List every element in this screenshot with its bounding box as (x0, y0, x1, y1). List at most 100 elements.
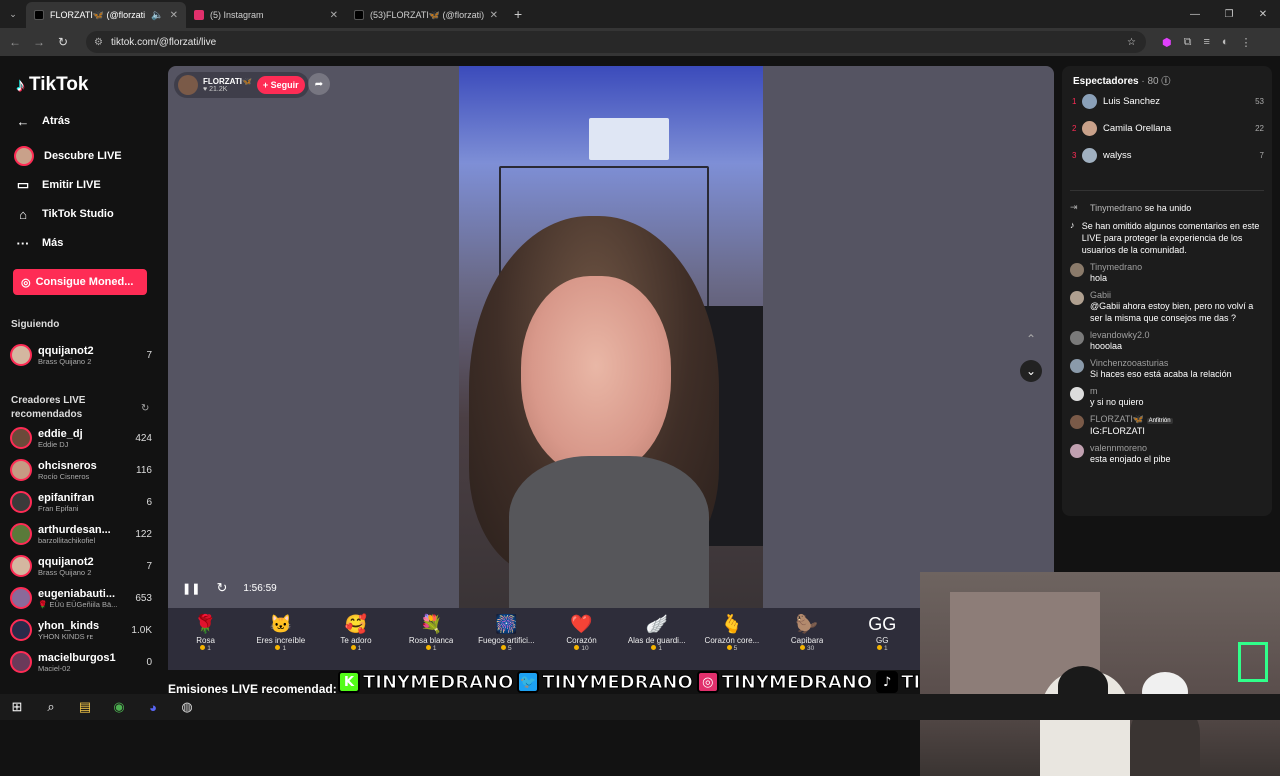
chat-username[interactable]: Tinymedrano (1090, 262, 1142, 272)
chat-username[interactable]: valennmoreno (1090, 443, 1147, 453)
reload-icon[interactable]: ↻ (56, 35, 70, 49)
tab-title: (53)FLORZATI🦋 (@florzati) | Tik (370, 9, 484, 20)
recommended-creator-item[interactable]: qquijanot2 Brass Quijano 2 7 (10, 553, 152, 579)
gift-item[interactable]: 🎆 Fuegos artifici... 5 (471, 614, 541, 670)
info-icon[interactable]: ⓘ (1161, 76, 1170, 86)
brand-name: TikTok (29, 74, 89, 95)
social-handle: K TINYMEDRANO (338, 671, 514, 693)
chat-username[interactable]: FLORZATI🦋 (1090, 414, 1144, 424)
tab-title: FLORZATI🦋 (@florzati) está (50, 9, 146, 20)
tab-tiktok-profile[interactable]: (53)FLORZATI🦋 (@florzati) | Tik ✕ (346, 2, 506, 28)
windows-start-icon[interactable]: ⊞ (8, 699, 26, 715)
gift-item[interactable]: 🐱 Eres increíble 1 (246, 614, 316, 670)
gift-item[interactable]: 🌹 Rosa 1 (171, 614, 241, 670)
restore-icon[interactable]: ❐ (1212, 0, 1246, 28)
avatar[interactable] (1070, 291, 1084, 305)
tab-title: (5) Instagram (210, 10, 264, 20)
pause-icon[interactable]: ❚❚ (182, 582, 200, 595)
recommended-creator-item[interactable]: yhon_kinds YHON KINDS ғᴇ 1.0K (10, 617, 152, 643)
bookmark-star-icon[interactable]: ☆ (1127, 37, 1136, 48)
minimize-icon[interactable]: — (1178, 0, 1212, 28)
sidebar-item-go-live[interactable]: ▭ Emitir LIVE (14, 176, 101, 194)
previous-live-icon[interactable]: ⌃ (1020, 328, 1042, 350)
search-icon[interactable]: ⌕ (42, 699, 60, 715)
top-viewer-row[interactable]: 3 walyss 7 (1072, 148, 1264, 163)
join-user[interactable]: Tinymedrano (1090, 203, 1142, 213)
chat-message: levandowky2.0 hooolaa (1070, 330, 1266, 352)
avatar[interactable] (1070, 415, 1084, 429)
handle: epifanifran (38, 491, 95, 504)
tiktok-logo[interactable]: ♪ TikTok (16, 74, 88, 96)
chat-username[interactable]: levandowky2.0 (1090, 330, 1150, 340)
recommended-creator-item[interactable]: epifanifran Fran Epifani 6 (10, 489, 152, 515)
viewer-count: 7 (146, 560, 152, 572)
back-link[interactable]: ← Atrás (14, 112, 71, 130)
extension-icon[interactable]: ⬢ (1162, 36, 1172, 49)
avatar[interactable] (1070, 263, 1084, 277)
site-info-icon[interactable]: ⚙ (94, 37, 103, 48)
close-icon[interactable]: ✕ (170, 10, 178, 21)
avatar (1082, 121, 1097, 136)
live-video[interactable] (459, 66, 763, 608)
tab-instagram[interactable]: (5) Instagram ✕ (186, 2, 346, 28)
sidebar-item-more[interactable]: ··· Más (14, 234, 64, 252)
chat-username[interactable]: Vinchenzooasturias (1090, 358, 1168, 368)
avatar[interactable] (1070, 387, 1084, 401)
avatar[interactable] (1070, 444, 1084, 458)
url-field[interactable]: ⚙ tiktok.com/@florzati/live ☆ (86, 31, 1146, 53)
follow-button[interactable]: + Seguir (256, 76, 305, 94)
recommended-creator-item[interactable]: arthurdesan... barzollitachikofiel 122 (10, 521, 152, 547)
mute-icon[interactable]: 🔈 (151, 10, 163, 21)
close-window-icon[interactable]: ✕ (1246, 0, 1280, 28)
gift-item[interactable]: ❤️ Corazón 10 (547, 614, 617, 670)
following-item[interactable]: qquijanot2 Brass Quijano 2 7 (10, 342, 152, 368)
discord-icon[interactable]: ◕ (144, 700, 162, 715)
host-avatar[interactable] (178, 75, 198, 95)
handle: arthurdesan... (38, 523, 111, 536)
profile-icon[interactable]: ◐ (1222, 36, 1229, 49)
sidebar-item-studio[interactable]: ⌂ TikTok Studio (14, 205, 114, 223)
share-icon[interactable]: ➦ (308, 73, 330, 95)
recommended-creator-item[interactable]: eddie_dj Eddie DJ 424 (10, 425, 152, 451)
gift-item[interactable]: 💐 Rosa blanca 1 (396, 614, 466, 670)
close-icon[interactable]: ✕ (490, 10, 498, 21)
forward-arrow-icon[interactable]: → (32, 35, 46, 49)
next-live-icon[interactable]: ⌄ (1020, 360, 1042, 382)
chat-username[interactable]: Gabii (1090, 290, 1111, 300)
tab-search-icon[interactable]: ⌄ (0, 9, 26, 20)
menu-icon[interactable]: ⋮ (1241, 36, 1252, 49)
avatar (14, 146, 34, 166)
new-tab-button[interactable]: + (514, 6, 522, 22)
obs-icon[interactable]: ◍ (178, 699, 196, 715)
viewer-count: 7 (146, 349, 152, 361)
top-viewer-row[interactable]: 2 Camila Orellana 22 (1072, 121, 1264, 136)
chat-text: Si haces eso está acaba la relación (1090, 369, 1232, 379)
gift-item[interactable]: GG GG 1 (847, 614, 917, 670)
chat-username[interactable]: m (1090, 386, 1098, 396)
top-viewer-row[interactable]: 1 Luis Sanchez 53 (1072, 94, 1264, 109)
gift-price: 1 (351, 645, 362, 652)
chrome-icon[interactable]: ◉ (110, 699, 128, 715)
recommended-creator-item[interactable]: macielburgos1 Maciel-02 0 (10, 649, 152, 675)
gift-price: 5 (727, 645, 738, 652)
gift-item[interactable]: 🪽 Alas de guardi... 1 (622, 614, 692, 670)
gift-item[interactable]: 🫰 Corazón core... 5 (697, 614, 767, 670)
refresh-icon[interactable]: ↻ (141, 403, 149, 414)
get-coins-button[interactable]: ◎ Consigue Moned... (13, 269, 147, 295)
close-icon[interactable]: ✕ (330, 10, 338, 21)
sidebar-item-discover-live[interactable]: Descubre LIVE (14, 146, 122, 166)
back-arrow-icon[interactable]: ← (8, 35, 22, 49)
file-explorer-icon[interactable]: ▤ (76, 699, 94, 715)
gift-item[interactable]: 🦫 Capibara 30 (772, 614, 842, 670)
gift-name: GG (876, 636, 889, 645)
puzzle-icon[interactable]: ⧉ (1184, 36, 1192, 49)
tab-tiktok-live[interactable]: FLORZATI🦋 (@florzati) está 🔈 ✕ (26, 2, 186, 28)
media-icon[interactable]: ≡ (1203, 36, 1209, 49)
gift-item[interactable]: 🥰 Te adoro 1 (321, 614, 391, 670)
recommended-creator-item[interactable]: eugeniabauti... 🌹 EÜü EÜGeñiila Bä... 65… (10, 585, 152, 611)
avatar[interactable] (1070, 331, 1084, 345)
host-name[interactable]: FLORZATI🦋 (203, 77, 252, 86)
recommended-creator-item[interactable]: ohcisneros Rocío Cisneros 116 (10, 457, 152, 483)
replay-icon[interactable]: ↻ (216, 580, 227, 596)
avatar[interactable] (1070, 359, 1084, 373)
